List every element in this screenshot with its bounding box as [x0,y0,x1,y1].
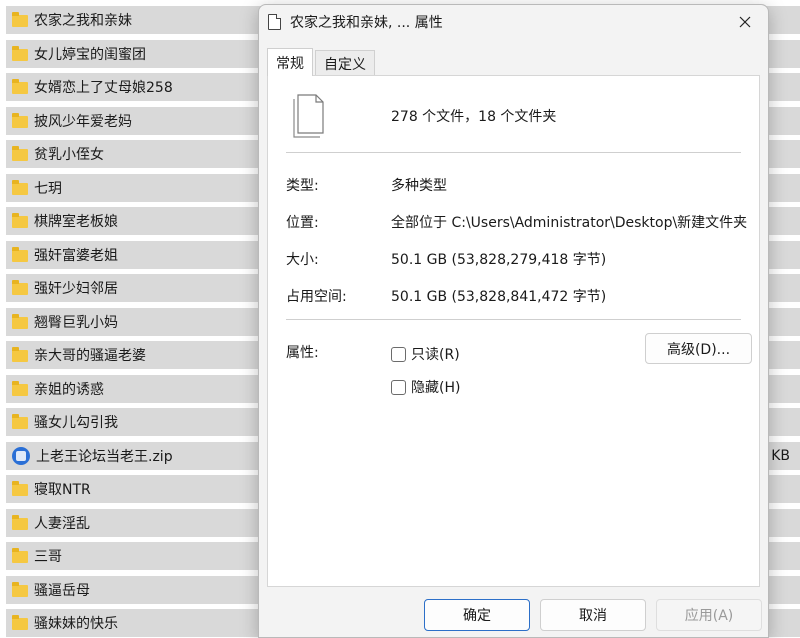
size-value: 50.1 GB (53,828,279,418 字节) [391,252,607,268]
divider [286,152,741,153]
dialog-title: 农家之我和亲妹, ... 属性 [290,15,443,31]
folder-icon [12,615,28,630]
folder-icon [12,582,28,597]
folder-icon [12,79,28,94]
document-icon [268,14,281,30]
folder-icon [12,548,28,563]
file-name: 披风少年爱老妈 [34,114,132,130]
file-name: 翘臀巨乳小妈 [34,315,118,331]
folder-icon [12,146,28,161]
file-name: 棋牌室老板娘 [34,214,118,230]
folder-icon [12,414,28,429]
tab-strip: 常规 自定义 [267,48,377,76]
location-value: 全部位于 C:\Users\Administrator\Desktop\新建文件… [391,215,748,231]
advanced-button[interactable]: 高级(D)... [645,333,752,364]
type-value: 多种类型 [391,178,447,194]
file-size-suffix: KB [771,448,790,464]
file-name: 上老王论坛当老王.zip [36,449,173,465]
dialog-titlebar[interactable]: 农家之我和亲妹, ... 属性 [259,5,768,39]
close-button[interactable] [722,5,768,39]
file-name: 骚逼岳母 [34,583,90,599]
folder-icon [12,46,28,61]
folder-icon [12,180,28,195]
hidden-label: 隐藏(H) [411,380,461,396]
cancel-button[interactable]: 取消 [540,599,646,631]
tab-general[interactable]: 常规 [267,48,313,76]
divider [286,319,741,320]
folder-icon [12,515,28,530]
file-count-summary: 278 个文件，18 个文件夹 [391,109,557,125]
folder-icon [12,381,28,396]
file-name: 人妻淫乱 [34,516,90,532]
file-name: 女婿恋上了丈母娘258 [34,80,173,96]
folder-icon [12,280,28,295]
ok-button[interactable]: 确定 [424,599,530,631]
size-on-disk-label: 占用空间: [286,289,347,305]
location-label: 位置: [286,215,319,231]
multiple-documents-icon [293,94,324,138]
checkbox-box[interactable] [391,379,406,395]
file-name: 寝取NTR [34,482,91,498]
file-name: 强奸少妇邻居 [34,281,118,297]
hidden-checkbox[interactable]: 隐藏(H) [391,377,460,397]
apply-button[interactable]: 应用(A) [656,599,762,631]
folder-icon [12,213,28,228]
properties-dialog: 农家之我和亲妹, ... 属性 常规 自定义 278 个文件，18 个文件夹 类… [258,4,769,638]
file-name: 七玥 [34,181,62,197]
file-name: 农家之我和亲妹 [34,13,132,29]
tab-custom[interactable]: 自定义 [315,50,375,76]
file-name: 贫乳小侄女 [34,147,104,163]
attributes-label: 属性: [286,345,319,361]
zip-archive-icon [12,447,30,465]
file-name: 女儿婷宝的闺蜜团 [34,47,146,63]
folder-icon [12,247,28,262]
file-name: 三哥 [34,549,62,565]
file-name: 亲大哥的骚逼老婆 [34,348,146,364]
general-tab-panel: 278 个文件，18 个文件夹 类型: 多种类型 位置: 全部位于 C:\Use… [267,75,760,587]
size-on-disk-value: 50.1 GB (53,828,841,472 字节) [391,289,607,305]
readonly-label: 只读(R) [411,347,460,363]
file-name: 亲姐的诱惑 [34,382,104,398]
close-icon [739,16,751,28]
file-name: 骚妹妹的快乐 [34,616,118,632]
folder-icon [12,481,28,496]
folder-icon [12,347,28,362]
readonly-checkbox[interactable]: 只读(R) [391,344,460,364]
file-name: 骚女儿勾引我 [34,415,118,431]
checkbox-box[interactable] [391,346,406,362]
folder-icon [12,113,28,128]
file-name: 强奸富婆老姐 [34,248,118,264]
folder-icon [12,12,28,27]
type-label: 类型: [286,178,319,194]
size-label: 大小: [286,252,319,268]
folder-icon [12,314,28,329]
